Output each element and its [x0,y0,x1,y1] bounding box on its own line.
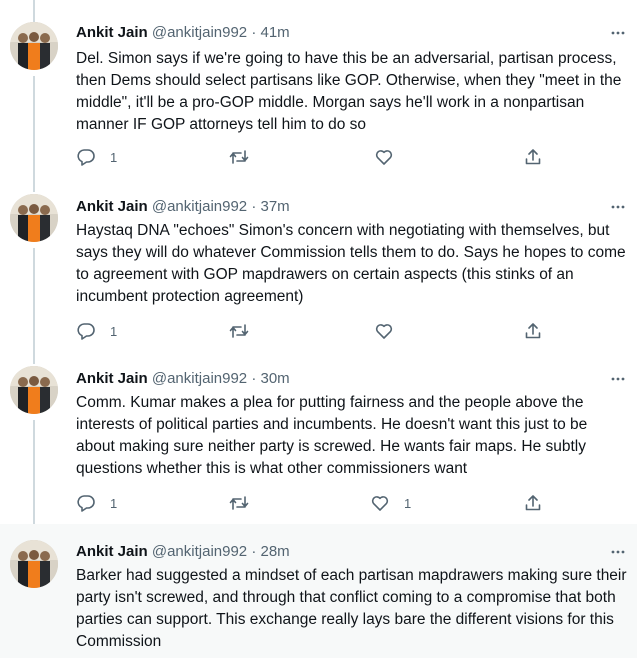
more-icon[interactable] [607,22,629,44]
reply-count: 1 [110,323,118,339]
like-count: 1 [404,495,412,511]
tweet-text: Barker had suggested a mindset of each p… [76,567,627,650]
share-icon [523,321,543,341]
timestamp[interactable]: · 30m [251,370,289,387]
tweet-text: Haystaq DNA "echoes" Simon's concern wit… [76,222,626,305]
reply-button[interactable]: 1 [76,492,117,514]
retweet-icon [228,321,250,341]
reply-button[interactable]: 1 [76,320,117,342]
heart-icon [374,147,394,167]
like-button[interactable] [374,320,408,342]
tweet-actions: 1 [76,320,556,342]
retweet-button[interactable] [228,320,264,342]
author-handle[interactable]: @ankitjain992 [152,24,247,41]
author-name[interactable]: Ankit Jain [76,198,148,215]
reply-icon [76,493,96,513]
timestamp[interactable]: · 37m [251,198,289,215]
retweet-icon [228,147,250,167]
avatar[interactable] [10,194,58,242]
author-name[interactable]: Ankit Jain [76,543,148,560]
share-icon [523,493,543,513]
tweet-header: Ankit Jain @ankitjain992 · 30m [76,368,290,390]
heart-icon [370,493,390,513]
reply-icon [76,147,96,167]
avatar[interactable] [10,22,58,70]
tweet-text: Comm. Kumar makes a plea for putting fai… [76,394,588,477]
reply-icon [76,321,96,341]
timestamp[interactable]: · 28m [251,543,289,560]
author-handle[interactable]: @ankitjain992 [152,370,247,387]
share-button[interactable] [523,320,543,342]
tweet[interactable]: Ankit Jain @ankitjain992 · 41m Del. Simo… [0,0,637,180]
reply-count: 1 [110,495,118,511]
avatar[interactable] [10,540,58,588]
more-icon[interactable] [607,541,629,563]
author-name[interactable]: Ankit Jain [76,24,148,41]
like-button[interactable] [374,146,408,168]
author-handle[interactable]: @ankitjain992 [152,543,247,560]
tweet-text: Del. Simon says if we're going to have t… [76,50,622,133]
heart-icon [374,321,394,341]
more-icon[interactable] [607,368,629,390]
author-name[interactable]: Ankit Jain [76,370,148,387]
like-button[interactable]: 1 [370,492,411,514]
tweet-header: Ankit Jain @ankitjain992 · 28m [76,541,290,563]
tweet[interactable]: Ankit Jain @ankitjain992 · 30m Comm. Kum… [0,352,637,524]
tweet-header: Ankit Jain @ankitjain992 · 37m [76,196,290,218]
retweet-button[interactable] [228,146,264,168]
timestamp[interactable]: · 41m [251,24,289,41]
reply-count: 1 [110,149,118,165]
reply-button[interactable]: 1 [76,146,117,168]
more-icon[interactable] [607,196,629,218]
author-handle[interactable]: @ankitjain992 [152,198,247,215]
avatar[interactable] [10,366,58,414]
tweet-header: Ankit Jain @ankitjain992 · 41m [76,22,290,44]
share-button[interactable] [523,492,543,514]
retweet-button[interactable] [228,492,264,514]
tweet[interactable]: Ankit Jain @ankitjain992 · 28m Barker ha… [0,524,637,658]
tweet-thread: Ankit Jain @ankitjain992 · 41m Del. Simo… [0,0,637,658]
tweet-actions: 1 1 [76,492,556,514]
share-button[interactable] [523,146,543,168]
tweet[interactable]: Ankit Jain @ankitjain992 · 37m Haystaq D… [0,180,637,352]
share-icon [523,147,543,167]
retweet-icon [228,493,250,513]
tweet-actions: 1 [76,146,556,168]
